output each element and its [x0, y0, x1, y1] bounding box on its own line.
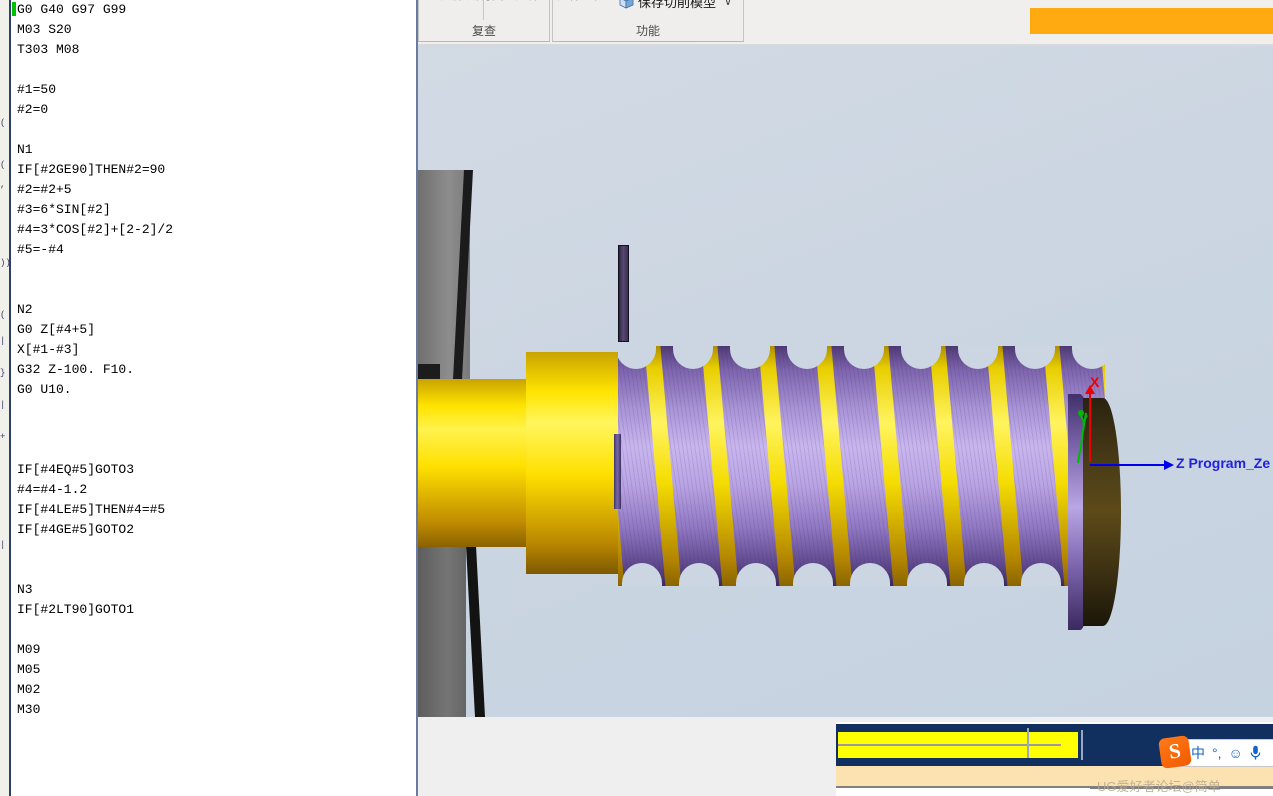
code-line: G0 U10.: [17, 382, 72, 397]
cutting-tool-tip: [614, 434, 621, 509]
code-line: IF[#4LE#5]THEN#4=#5: [17, 502, 166, 517]
feed-rate-bar[interactable]: [838, 732, 1078, 758]
sliver-fragment: |: [0, 540, 6, 550]
nc-code-editor[interactable]: G0 G40 G97 G99 M03 S20 T303 M08 #1=50 #2=0 …: [9, 0, 418, 796]
code-line: N2: [17, 302, 33, 317]
code-line: #3=6*SIN[#2]: [17, 202, 111, 217]
code-line: N1: [17, 142, 33, 157]
forum-watermark: UG爱好者论坛@简单: [1097, 779, 1221, 794]
code-line: G0 Z[#4+5]: [17, 322, 96, 337]
ribbon-divider: [483, 0, 484, 20]
sliver-fragment: (: [0, 310, 6, 320]
code-line: #4=#4-1.2: [17, 482, 88, 497]
screen-root: ( ( , )) ( | } | + | G0 G40 G97 G99 M03 S…: [0, 0, 1273, 796]
3d-simulation-viewport[interactable]: [418, 46, 1273, 717]
sliver-fragment: ,: [0, 180, 6, 190]
save-cutting-model-button[interactable]: 保存切削模型 ∨: [619, 0, 732, 12]
workpiece-shank-rear: [418, 379, 530, 547]
z-axis-line: [1090, 464, 1167, 466]
code-line: #4=3*COS[#2]+[2-2]/2: [17, 222, 174, 237]
ime-punctuation-button[interactable]: °,: [1212, 746, 1222, 760]
cnc-simulator-window: 工文件 所有变工文件 复查 文件记忆 保存切削模型 ∨: [418, 0, 1273, 796]
code-line: G32 Z-100. F10.: [17, 362, 135, 377]
workpiece-threaded-section: [618, 346, 1105, 586]
code-line: IF[#4GE#5]GOTO2: [17, 522, 135, 537]
sliver-fragment: )): [0, 258, 9, 268]
z-program-zero-label: Z Program_Ze: [1176, 455, 1271, 471]
spindle-override-bar[interactable]: [1030, 8, 1273, 34]
x-axis-label: X: [1090, 374, 1100, 390]
x-axis-line: [1089, 392, 1091, 462]
ime-emoji-icon[interactable]: ☺: [1229, 745, 1243, 761]
ribbon-group-review-caption: 复查: [471, 24, 496, 38]
sliver-fragment: }: [0, 368, 6, 378]
sliver-fragment: |: [0, 400, 6, 410]
sliver-fragment: (: [0, 160, 6, 170]
sliver-fragment: |: [0, 336, 6, 346]
code-line: M30: [17, 702, 41, 717]
code-line: G0 G40 G97 G99: [17, 2, 127, 17]
code-line: IF[#2GE90]THEN#2=90: [17, 162, 166, 177]
code-line: M02: [17, 682, 41, 697]
code-line: #2=#2+5: [17, 182, 72, 197]
code-line: IF[#4EQ#5]GOTO3: [17, 462, 135, 477]
code-line: T303 M08: [17, 42, 80, 57]
sliver-fragment: (: [0, 118, 6, 128]
status-divider: [1081, 730, 1083, 760]
status-divider-right: [1027, 728, 1029, 758]
ribbon-group-review: 工文件 所有变工文件 复查: [418, 0, 550, 42]
sliver-fragment: +: [0, 432, 6, 442]
text-caret: [12, 2, 16, 16]
save-cutting-model-label: 保存切削模型: [638, 0, 717, 10]
code-line: IF[#2LT90]GOTO1: [17, 602, 135, 617]
code-line: X[#1-#3]: [17, 342, 80, 357]
cutting-tool: [618, 245, 629, 342]
code-line: #1=50: [17, 82, 57, 97]
ime-microphone-icon[interactable]: [1250, 745, 1261, 761]
chevron-down-icon[interactable]: ∨: [724, 0, 732, 8]
code-line: #2=0: [17, 102, 49, 117]
code-line: N3: [17, 582, 33, 597]
code-line: #5=-#4: [17, 242, 64, 257]
nc-program-text[interactable]: G0 G40 G97 G99 M03 S20 T303 M08 #1=50 #2=0 …: [17, 0, 416, 720]
ribbon-group-review-commands: 工文件 所有变工文件: [419, 0, 549, 4]
ribbon-group-function-caption: 功能: [635, 24, 660, 38]
cube-icon: [619, 0, 634, 9]
code-line: M05: [17, 662, 41, 677]
code-line: M09: [17, 642, 41, 657]
y-axis-label: Y: [1079, 412, 1089, 428]
editor-gutter: [11, 0, 14, 796]
ribbon-group-function: 文件记忆 保存切削模型 ∨ 功能: [552, 0, 744, 42]
code-line: M03 S20: [17, 22, 72, 37]
z-axis-arrow-icon: [1164, 460, 1174, 470]
background-window-sliver[interactable]: ( ( , )) ( | } | + |: [0, 0, 9, 796]
sogou-ime-logo-icon[interactable]: S: [1158, 735, 1192, 769]
machining-striations: [618, 346, 1105, 586]
ime-mode-button[interactable]: 中: [1191, 746, 1205, 760]
